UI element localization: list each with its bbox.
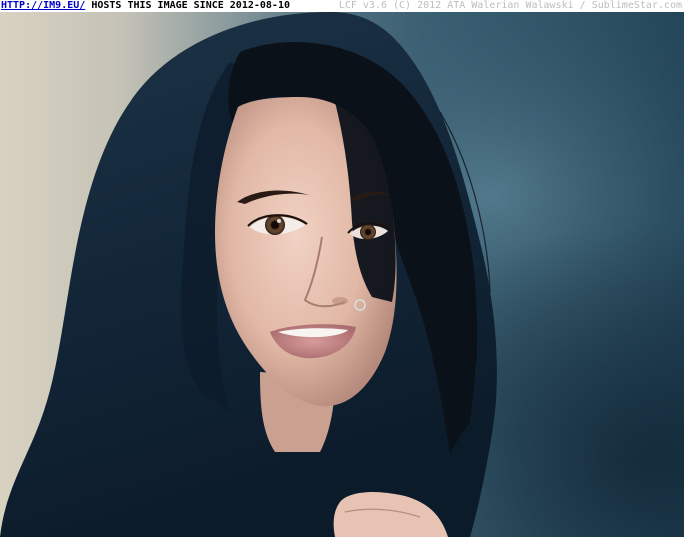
banner-left: HTTP://IM9.EU/ HOSTS THIS IMAGE SINCE 20… — [1, 0, 290, 12]
host-link[interactable]: HTTP://IM9.EU/ — [1, 0, 85, 11]
hosting-banner: HTTP://IM9.EU/ HOSTS THIS IMAGE SINCE 20… — [0, 0, 684, 12]
page: HTTP://IM9.EU/ HOSTS THIS IMAGE SINCE 20… — [0, 0, 684, 537]
portrait-photo — [0, 12, 684, 537]
host-since-text: HOSTS THIS IMAGE SINCE 2012-08-10 — [85, 0, 290, 11]
credit-text: LCF v3.6 (C) 2012 ATA Walerian Walawski … — [338, 0, 682, 11]
